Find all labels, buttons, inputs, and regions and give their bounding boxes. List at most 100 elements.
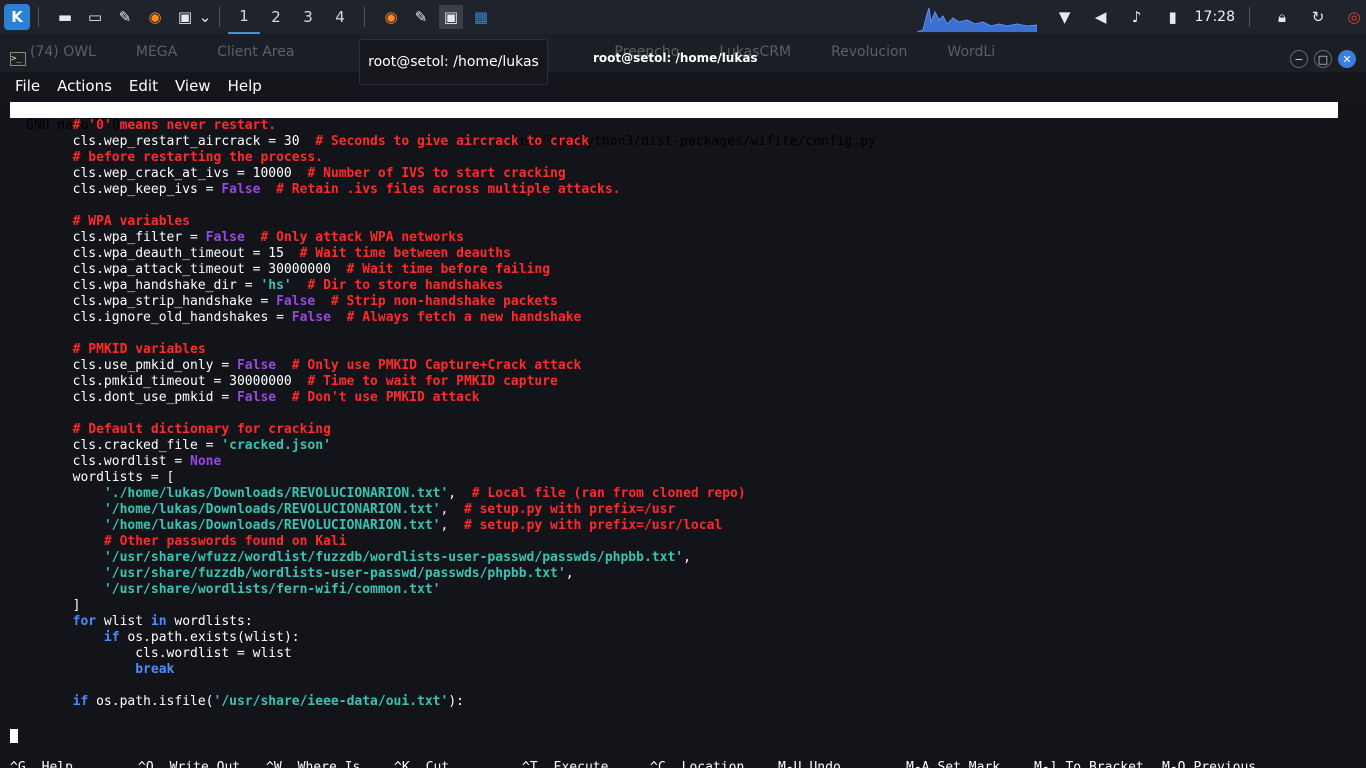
code-line: # '0' means never restart. [10, 118, 746, 134]
code-editor[interactable]: # '0' means never restart. cls.wep_resta… [10, 118, 746, 710]
code-line: cls.ignore_old_handshakes = False # Alwa… [10, 310, 746, 326]
code-token: # Other passwords found on Kali [10, 534, 347, 549]
shortcut-key: M-Q [1162, 760, 1186, 768]
shortcut-label: Cut [425, 760, 450, 768]
app-task-icon[interactable]: ▦ [469, 5, 493, 29]
taskbar-tooltip: root@setol: /home/lukas [359, 39, 548, 85]
workspace-3[interactable]: 3 [292, 0, 324, 34]
editor-task-icon[interactable]: ✎ [409, 5, 433, 29]
bg-tab: Revolucion [831, 44, 908, 60]
kali-menu-icon[interactable]: K [4, 4, 30, 30]
code-token: None [190, 454, 222, 469]
code-line: if os.path.exists(wlist): [10, 630, 746, 646]
bg-tab: WordLi [947, 44, 996, 60]
shortcut-label: Write Out [169, 760, 241, 768]
close-button[interactable]: ✕ [1338, 50, 1356, 68]
code-line: if os.path.isfile('/usr/share/ieee-data/… [10, 694, 746, 710]
panel-separator [219, 7, 220, 27]
shortcut-location[interactable]: ^C Location [650, 760, 744, 768]
chrome-icon[interactable]: ◎ [1342, 5, 1366, 29]
terminal-task-icon[interactable]: ▣ [439, 5, 463, 29]
menu-file[interactable]: File [15, 77, 40, 95]
code-line: # PMKID variables [10, 342, 746, 358]
volume-icon[interactable]: ◀ [1089, 5, 1113, 29]
code-token: # Only attack WPA networks [260, 230, 464, 245]
terminal-window: >_ (74) OWL MEGA Client Area Preencho Lu… [0, 34, 1366, 768]
code-line: cls.cracked_file = 'cracked.json' [10, 438, 746, 454]
file-manager-icon[interactable]: ▭ [83, 5, 107, 29]
shortcut-label: Help [41, 760, 73, 768]
shortcut-set-mark[interactable]: M-A Set Mark [906, 760, 1000, 768]
code-token: cls.pmkid_timeout = 30000000 [10, 374, 308, 389]
panel-separator [364, 7, 365, 27]
shortcut-cut[interactable]: ^K Cut [394, 760, 449, 768]
workspace-1[interactable]: 1 [228, 0, 260, 34]
refresh-icon[interactable]: ↻ [1306, 5, 1330, 29]
code-token: False [291, 310, 331, 325]
shortcut-label: To Bracket [1065, 760, 1144, 768]
menu-actions[interactable]: Actions [57, 77, 112, 95]
code-token: # Local file (ran from cloned repo) [471, 486, 746, 501]
menu-help[interactable]: Help [228, 77, 262, 95]
shortcut-undo[interactable]: M-U Undo [778, 760, 841, 768]
firefox-icon[interactable]: ◉ [143, 5, 167, 29]
menu-edit[interactable]: Edit [129, 77, 158, 95]
terminal-icon[interactable]: ▣ [173, 5, 197, 29]
code-token: False [236, 358, 277, 373]
code-token: False [205, 230, 245, 245]
shortcut-key: ^G [10, 760, 26, 768]
code-token: # Strip non-handshake packets [330, 294, 558, 309]
code-token: , [448, 486, 472, 501]
shortcut-execute[interactable]: ^T Execute [522, 760, 608, 768]
code-token: # setup.py with prefix=/usr [463, 502, 676, 517]
code-token: # Seconds to give aircrack to crack [315, 134, 590, 149]
code-token: os.path.isfile( [88, 694, 214, 709]
code-line: cls.wep_restart_aircrack = 30 # Seconds … [10, 134, 746, 150]
shortcut-label: Execute [553, 760, 609, 768]
code-line: cls.pmkid_timeout = 30000000 # Time to w… [10, 374, 746, 390]
battery-icon[interactable]: ▮ [1161, 5, 1185, 29]
wifi-icon[interactable]: ▼ [1053, 5, 1077, 29]
code-token: False [276, 294, 316, 309]
code-line: # Default dictionary for cracking [10, 422, 746, 438]
code-token: wordlists: [166, 614, 253, 629]
clock[interactable]: 17:28 [1195, 9, 1235, 25]
shortcut-previous[interactable]: M-Q Previous [1162, 760, 1256, 768]
shortcut-write-out[interactable]: ^O Write Out [138, 760, 240, 768]
code-token: 'cracked.json' [221, 438, 331, 453]
shortcut-label: Previous [1193, 760, 1257, 768]
notification-bell-icon[interactable]: ♪ [1125, 5, 1149, 29]
chevron-down-icon[interactable]: ⌄ [199, 5, 212, 29]
code-token: os.path.exists(wlist): [119, 630, 300, 645]
workspace-4[interactable]: 4 [324, 0, 356, 34]
terminal-area[interactable]: GNU nano 7.0 /usr/lib/python3/dist-packa… [0, 100, 1366, 768]
code-line: cls.wpa_attack_timeout = 30000000 # Wait… [10, 262, 746, 278]
menu-view[interactable]: View [175, 77, 211, 95]
system-tray: ▼ ◀ ♪ ▮ 17:28 🔒︎ ↻ ◎ [916, 0, 1366, 34]
shortcut-help[interactable]: ^G Help [10, 760, 73, 768]
code-line: ] [10, 598, 746, 614]
terminal-window-icon: >_ [10, 52, 26, 66]
shortcut-to-bracket[interactable]: M-] To Bracket [1034, 760, 1144, 768]
code-token: # setup.py with prefix=/usr/local [463, 518, 723, 533]
show-desktop-icon[interactable]: ▬ [53, 5, 77, 29]
code-token: cls.use_pmkid_only = [10, 358, 237, 373]
code-token: '/usr/share/ieee-data/oui.txt' [213, 694, 449, 709]
code-line: break [10, 662, 746, 678]
bg-tab: (74) OWL [30, 44, 96, 60]
panel-separator [1249, 7, 1250, 27]
code-line: for wlist in wordlists: [10, 614, 746, 630]
minimize-button[interactable]: − [1290, 50, 1308, 68]
shortcut-where-is[interactable]: ^W Where Is [266, 760, 360, 768]
lock-icon[interactable]: 🔒︎ [1270, 5, 1294, 29]
window-titlebar[interactable]: >_ (74) OWL MEGA Client Area Preencho Lu… [0, 34, 1366, 85]
workspace-2[interactable]: 2 [260, 0, 292, 34]
text-editor-icon[interactable]: ✎ [113, 5, 137, 29]
maximize-button[interactable]: □ [1314, 50, 1332, 68]
firefox-task-icon[interactable]: ◉ [379, 5, 403, 29]
